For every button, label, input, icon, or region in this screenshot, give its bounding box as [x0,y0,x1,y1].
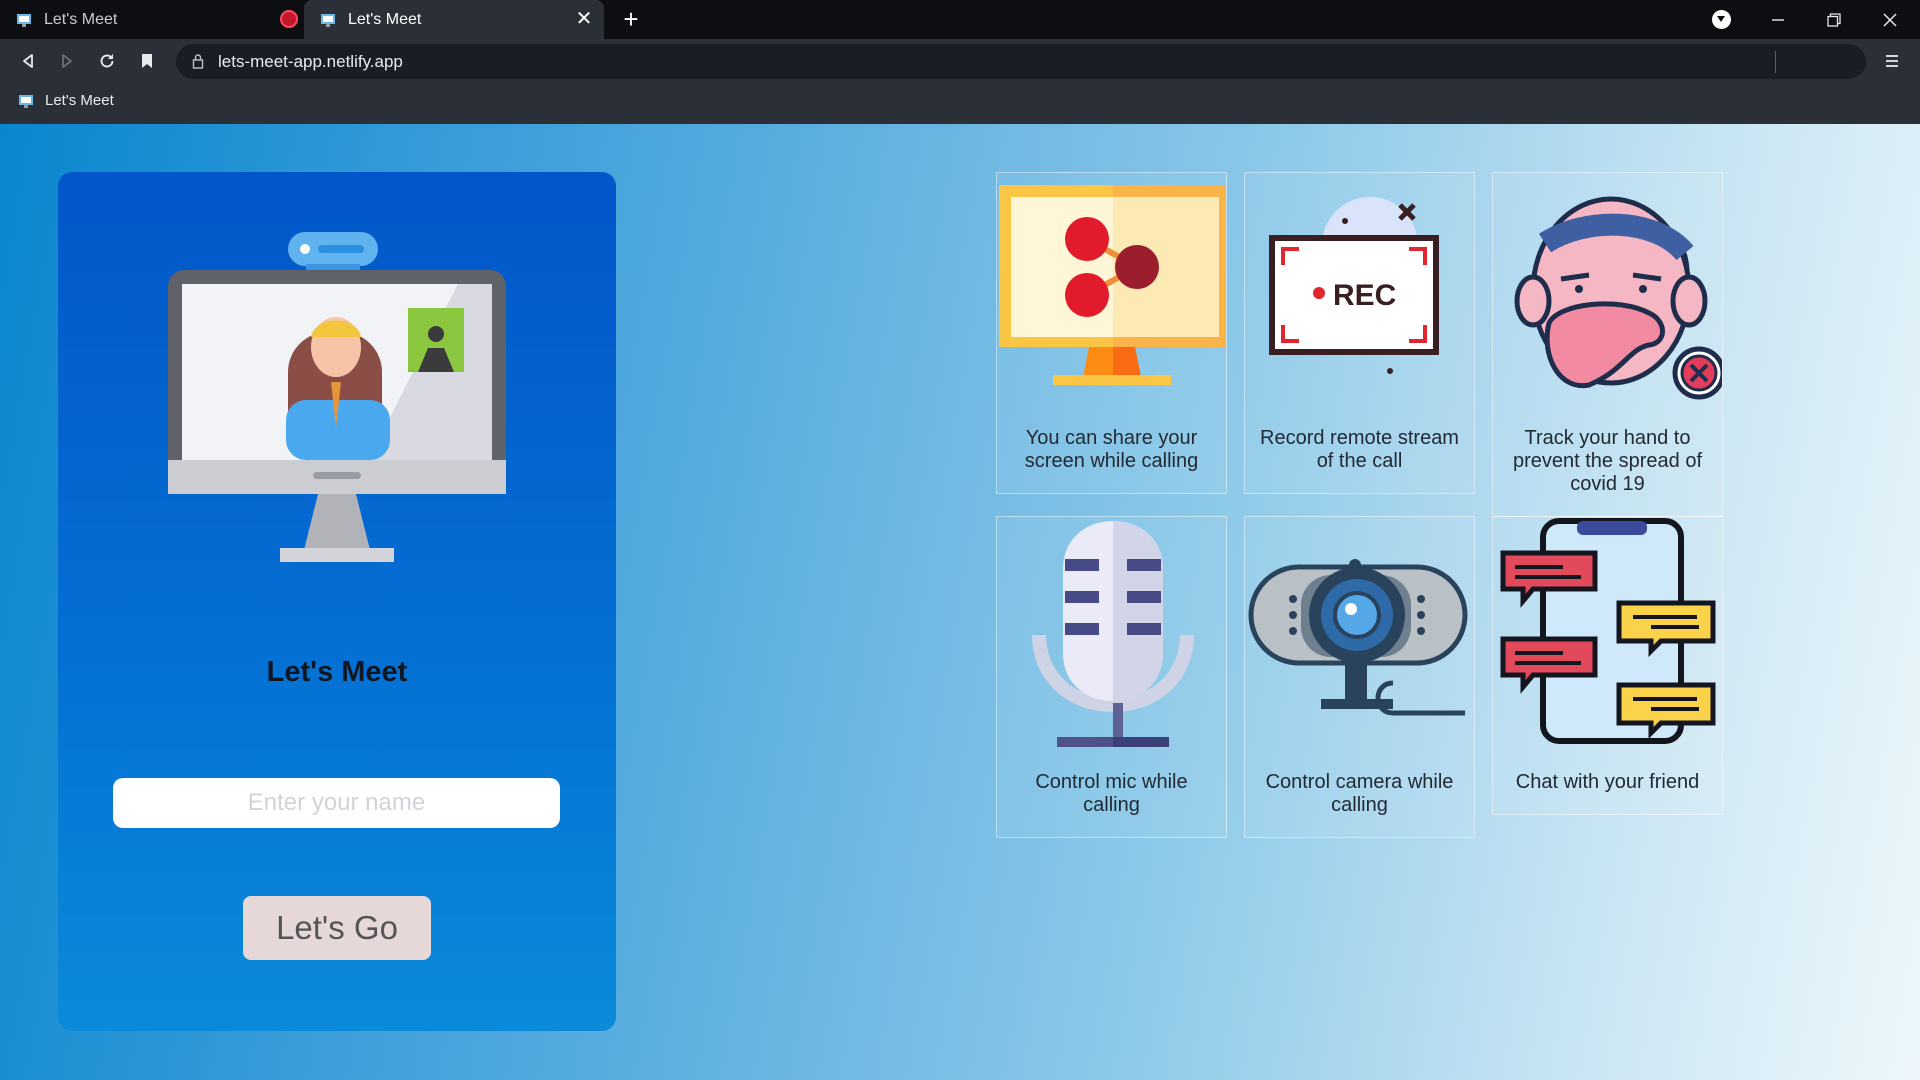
url-text: lets-meet-app.netlify.app [218,52,403,71]
feature-caption: You can share your screen while calling [1024,427,1199,472]
minimize-icon[interactable] [1750,0,1806,39]
feature-card-screen-share: You can share your screen while calling [996,172,1227,494]
address-bar[interactable]: lets-meet-app.netlify.app [176,44,1866,79]
feature-card-chat: Chat with your friend [1492,516,1723,815]
feature-card-mic: Control mic while calling [996,516,1227,838]
tab-lets-meet-2[interactable]: Let's Meet ✕ [304,0,604,39]
lets-go-button[interactable]: Let's Go [243,896,431,960]
feature-grid: You can share your screen while calling … [996,172,1726,862]
name-input[interactable] [113,778,560,828]
feature-caption: Track your hand to prevent the spread of… [1512,427,1702,495]
bookmarks-bar: Let's Meet [0,82,1920,124]
chat-icon [1500,518,1716,744]
video-call-illustration [168,232,506,562]
microphone-icon [1032,521,1194,747]
new-tab-button[interactable]: + [616,4,646,34]
brand-title: Let's Meet [266,656,408,688]
webcam-icon [1248,559,1468,716]
feature-caption: Record remote stream of the call [1260,427,1459,472]
page-viewport: Let's Meet Let's Go You can share your s… [0,124,1920,1080]
screen-share-icon [999,185,1226,385]
tab-search-icon[interactable] [1712,10,1731,29]
bookmark-lets-meet[interactable]: Let's Meet [18,92,114,109]
tab-lets-meet-1[interactable]: Let's Meet [0,0,300,39]
feature-card-camera: Control camera while calling [1244,516,1475,838]
reload-icon[interactable] [93,47,121,75]
tab-strip: Let's Meet Let's Meet ✕ + [0,0,1920,39]
feature-card-hand-tracking: Track your hand to prevent the spread of… [1492,172,1723,517]
record-icon: REC [1269,197,1439,374]
feature-caption: Control camera while calling [1265,771,1454,816]
tab-title: Let's Meet [44,10,118,28]
login-card: Let's Meet Let's Go [58,172,616,1031]
forward-icon[interactable] [53,47,81,75]
favicon-icon [321,13,335,27]
recording-indicator-icon [280,10,298,28]
favicon-icon [19,94,33,108]
menu-icon[interactable] [1878,47,1906,75]
restore-icon[interactable] [1806,0,1862,39]
close-tab-icon[interactable]: ✕ [574,9,594,29]
svg-text:REC: REC [1333,279,1396,312]
close-window-icon[interactable] [1862,0,1918,39]
bookmark-label: Let's Meet [45,92,114,109]
hand-face-icon [1514,196,1722,400]
favicon-icon [17,13,31,27]
bookmark-icon[interactable] [133,47,161,75]
omnibox-divider [1775,51,1776,73]
lock-icon [192,54,204,69]
tab-title: Let's Meet [348,10,422,28]
feature-caption: Chat with your friend [1515,771,1700,793]
feature-caption: Control mic while calling [1035,771,1188,816]
back-icon[interactable] [14,47,42,75]
feature-card-record: REC Record remote stream of the call [1244,172,1475,494]
